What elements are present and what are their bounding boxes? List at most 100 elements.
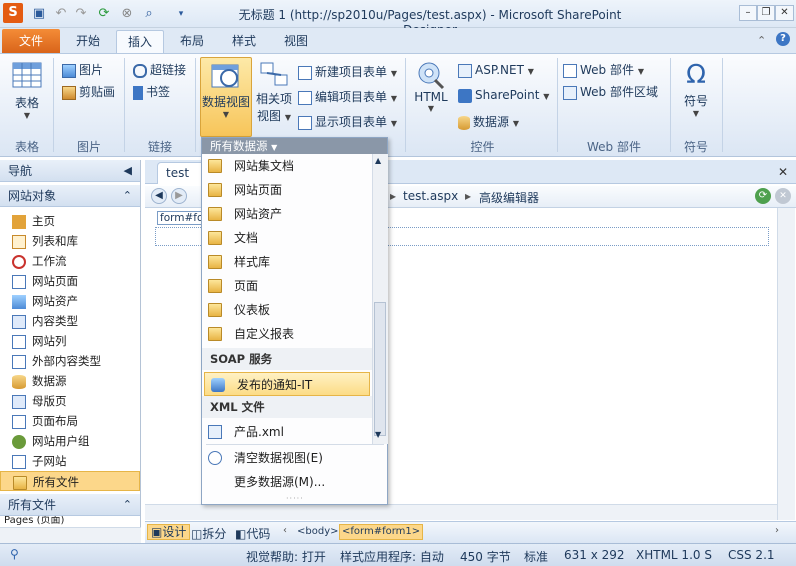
left-pane-hscroll[interactable] [0, 527, 141, 543]
tab-view[interactable]: 视图 [274, 30, 318, 54]
related-item-view-button[interactable]: 相关项 视图 ▼ [255, 60, 293, 124]
dropdown-item[interactable]: 文档 [202, 226, 372, 250]
tab-layout[interactable]: 布局 [170, 30, 214, 54]
customize-qat-icon[interactable]: ▾ [172, 5, 190, 23]
dropdown-item[interactable]: 页面 [202, 274, 372, 298]
dropdown-item[interactable]: 网站页面 [202, 178, 372, 202]
new-item-form-button[interactable]: 新建项目表单 ▼ [298, 63, 397, 80]
design-view-button[interactable]: ▣设计 [147, 524, 191, 540]
status-icon[interactable]: ⚲ [10, 547, 19, 561]
dropdown-item[interactable]: 网站集文档 [202, 154, 372, 178]
vertical-scrollbar[interactable] [777, 208, 795, 520]
scroll-down-icon[interactable]: ▼ [375, 430, 381, 439]
scroll-thumb[interactable] [374, 302, 386, 436]
undo-icon[interactable]: ↶ [52, 5, 70, 23]
forward-icon[interactable]: ▶ [171, 188, 187, 204]
data-view-button[interactable]: 数据视图 ▼ [200, 57, 252, 137]
tab-insert[interactable]: 插入 [116, 30, 164, 54]
tag-form[interactable]: <form#form1> [339, 524, 424, 540]
tab-style[interactable]: 样式 [222, 30, 266, 54]
hyperlink-button[interactable]: 超链接 [133, 61, 186, 78]
close-window-icon[interactable]: ✕ [775, 5, 794, 21]
collapse-pane-icon[interactable]: ◀ [124, 160, 132, 182]
nav-item-subsites[interactable]: 子网站 [0, 451, 140, 471]
nav-item-site-assets[interactable]: 网站资产 [0, 291, 140, 311]
breadcrumb-advanced-editor[interactable]: 高级编辑器 [479, 189, 539, 206]
status-mode[interactable]: 标准 [524, 548, 548, 565]
split-icon: ◫ [191, 527, 203, 541]
form-icon [298, 115, 312, 130]
tag-body[interactable]: <body> [297, 526, 339, 537]
clipart-button[interactable]: 剪贴画 [62, 83, 115, 100]
chevron-up-icon[interactable]: ⌃ [123, 185, 132, 207]
clear-data-view-item[interactable]: 清空数据视图(E) [202, 446, 387, 470]
code-view-button[interactable]: ◧代码 [235, 525, 270, 542]
split-view-button[interactable]: ◫拆分 [191, 525, 226, 542]
nav-item-workflows[interactable]: 工作流 [0, 251, 140, 271]
breadcrumb-file[interactable]: test.aspx [403, 189, 458, 203]
scroll-up-icon[interactable]: ▲ [375, 156, 381, 165]
nav-item-site-groups[interactable]: 网站用户组 [0, 431, 140, 451]
app-logo-icon[interactable]: S [3, 3, 23, 23]
nav-item-external-content-types[interactable]: 外部内容类型 [0, 351, 140, 371]
dropdown-item[interactable]: 仪表板 [202, 298, 372, 322]
web-part-button[interactable]: Web 部件 ▼ [563, 61, 644, 78]
minimize-icon[interactable]: – [739, 5, 757, 21]
redo-icon[interactable]: ↷ [72, 5, 90, 23]
minimize-ribbon-icon[interactable]: ⌃ [757, 34, 766, 47]
nav-item-site-pages[interactable]: 网站页面 [0, 271, 140, 291]
nav-item-page-layouts[interactable]: 页面布局 [0, 411, 140, 431]
display-item-form-button[interactable]: 显示项目表单 ▼ [298, 113, 397, 130]
partial-file-row[interactable]: Pages (页面) [0, 516, 140, 526]
dropdown-item-xml[interactable]: 产品.xml [202, 420, 372, 444]
horizontal-scrollbar[interactable] [145, 504, 777, 520]
dropdown-item[interactable]: 自定义报表 [202, 322, 372, 346]
refresh-icon[interactable]: ⟳ [755, 188, 771, 204]
tag-nav-right-icon[interactable]: › [775, 525, 779, 536]
more-data-sources-item[interactable]: 更多数据源(M)... [202, 470, 387, 494]
resize-grip-icon[interactable]: ····· [286, 494, 304, 503]
status-css-version[interactable]: CSS 2.1 [728, 548, 775, 562]
tag-nav-left-icon[interactable]: ‹ [283, 525, 287, 536]
tab-file[interactable]: 文件 [2, 29, 60, 53]
back-icon[interactable]: ◀ [151, 188, 167, 204]
edit-item-form-button[interactable]: 编辑项目表单 ▼ [298, 88, 397, 105]
nav-item-site-columns[interactable]: 网站列 [0, 331, 140, 351]
help-icon[interactable]: ? [776, 32, 790, 46]
dropdown-header[interactable]: 所有数据源 ▼ [202, 138, 387, 154]
form-tag-label[interactable]: form#fo [157, 211, 205, 225]
nav-item-home[interactable]: 主页 [0, 211, 140, 231]
dropdown-scrollbar[interactable]: ▲ ▼ [372, 154, 388, 444]
nav-item-all-files[interactable]: 所有文件 [0, 471, 140, 491]
aspnet-button[interactable]: ASP.NET ▼ [458, 63, 534, 78]
status-doctype[interactable]: XHTML 1.0 S [636, 548, 712, 562]
web-part-zone-button[interactable]: Web 部件区域 [563, 83, 658, 100]
picture-button[interactable]: 图片 [62, 61, 103, 78]
dropdown-item[interactable]: 网站资产 [202, 202, 372, 226]
dropdown-item[interactable]: 样式库 [202, 250, 372, 274]
all-files-header[interactable]: 所有文件 ⌃ [0, 494, 140, 516]
html-button[interactable]: HTML ▼ [412, 60, 450, 113]
status-visual-aids[interactable]: 视觉帮助: 打开 [246, 548, 326, 565]
nav-item-content-types[interactable]: 内容类型 [0, 311, 140, 331]
table-button[interactable]: 表格 ▼ [8, 60, 46, 120]
maximize-icon[interactable]: ❐ [757, 5, 775, 21]
nav-item-lists-libraries[interactable]: 列表和库 [0, 231, 140, 251]
preview-icon[interactable]: ⌕ [140, 5, 158, 23]
save-icon[interactable]: ▣ [30, 5, 48, 23]
data-source-button[interactable]: 数据源 ▼ [458, 113, 519, 130]
site-objects-header[interactable]: 网站对象 ⌃ [0, 185, 140, 207]
refresh-icon[interactable]: ⟳ [95, 5, 113, 23]
dropdown-item-soap-selected[interactable]: 发布的通知-IT [204, 372, 370, 396]
chevron-up-icon[interactable]: ⌃ [123, 494, 132, 516]
sharepoint-controls-button[interactable]: SharePoint ▼ [458, 88, 549, 103]
symbol-button[interactable]: Ω 符号 ▼ [676, 60, 716, 118]
tab-home[interactable]: 开始 [68, 30, 108, 54]
stop-icon[interactable]: ✕ [775, 188, 791, 204]
nav-item-data-sources[interactable]: 数据源 [0, 371, 140, 391]
bookmark-button[interactable]: 书签 [133, 83, 170, 100]
close-document-icon[interactable]: ✕ [778, 165, 788, 179]
stop-icon[interactable]: ⊗ [118, 5, 136, 23]
status-style-application[interactable]: 样式应用程序: 自动 [340, 548, 444, 565]
nav-item-master-pages[interactable]: 母版页 [0, 391, 140, 411]
